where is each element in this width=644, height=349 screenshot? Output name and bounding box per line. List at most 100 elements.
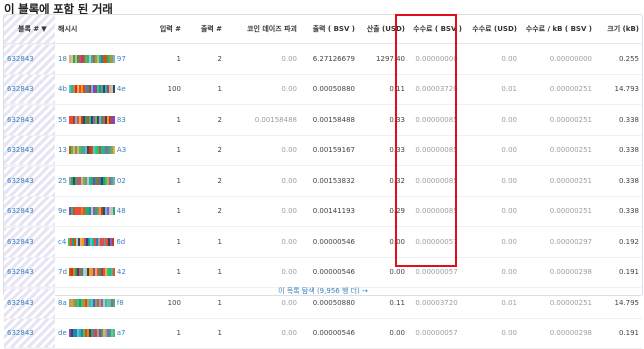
hash-start[interactable]: 18 — [58, 55, 67, 63]
hash-link[interactable]: 7d 42 — [58, 268, 137, 277]
hash-end[interactable]: 97 — [117, 55, 126, 63]
hash-end[interactable]: 42 — [117, 268, 126, 276]
hash-end[interactable]: 4e — [117, 85, 126, 93]
size-cell: 0.338 — [595, 196, 642, 227]
hash-link[interactable]: 9e 48 — [58, 207, 137, 216]
hash-cell: 9e 48 — [55, 196, 140, 227]
fee-kb-cell: 0.00000251 — [520, 135, 595, 166]
sort-desc-icon[interactable]: ▼ — [41, 25, 46, 33]
hash-link[interactable]: c4 6d — [58, 237, 137, 246]
table-row: 632843 de a7 1 1 0.00 0.00000546 0.00 0.00000057… — [4, 318, 642, 349]
block-cell: 632843 — [4, 165, 55, 197]
fee-usd-cell: 0.00 — [465, 165, 520, 197]
col-header-fee-usd[interactable]: 수수료 (USD) — [465, 15, 520, 44]
hash-start[interactable]: 13 — [58, 146, 67, 154]
outputs-cell: 2 — [184, 43, 225, 75]
size-cell: 0.338 — [595, 135, 642, 166]
hash-start[interactable]: c4 — [58, 238, 66, 246]
col-header-output[interactable]: 출력 ( BSV ) — [300, 15, 358, 44]
coindays-cell: 0.00158488 — [225, 104, 300, 136]
fee-usd-cell: 0.00 — [465, 104, 520, 136]
hash-cell: 4b 4e — [55, 74, 140, 105]
hash-start[interactable]: de — [58, 329, 67, 337]
hash-end[interactable]: 6d — [116, 238, 125, 246]
output-usd-cell: 0.32 — [358, 165, 408, 197]
col-header-output-usd[interactable]: 산출 (USD) — [358, 15, 408, 44]
hash-color-bar — [68, 298, 115, 307]
hash-cell: de a7 — [55, 318, 140, 349]
hash-color-bar — [68, 237, 115, 246]
block-link[interactable]: 632843 — [7, 116, 34, 124]
hash-link[interactable]: 13 A3 — [58, 146, 137, 155]
col-header-size[interactable]: 크기 (kB) — [595, 15, 642, 44]
table-header-row: 블록 # ▼ 해시시 입력 # 출력 # 코인 데이즈 파괴 출력 ( BSV )… — [4, 15, 642, 44]
block-cell: 632843 — [4, 104, 55, 136]
fee-usd-cell: 0.00 — [465, 196, 520, 227]
output-usd-cell: 0.33 — [358, 104, 408, 136]
block-link[interactable]: 632843 — [7, 146, 34, 154]
hash-end[interactable]: 48 — [117, 207, 126, 215]
hash-start[interactable]: 9e — [58, 207, 67, 215]
block-link[interactable]: 632843 — [7, 329, 34, 337]
hash-cell: 25 02 — [55, 165, 140, 197]
block-link[interactable]: 632843 — [7, 299, 34, 307]
fee-cell: 0.00000057 — [408, 318, 465, 349]
size-cell: 14.793 — [595, 74, 642, 105]
fee-usd-cell: 0.00 — [465, 43, 520, 75]
block-link[interactable]: 632843 — [7, 177, 34, 185]
block-cell: 632843 — [4, 226, 55, 258]
outputs-cell: 2 — [184, 104, 225, 136]
outputs-cell: 1 — [184, 257, 225, 288]
output-cell: 0.00000546 — [300, 318, 358, 349]
coindays-cell: 0.00 — [225, 74, 300, 105]
col-header-hash[interactable]: 해시시 — [55, 15, 140, 44]
hash-link[interactable]: 25 02 — [58, 176, 137, 185]
coindays-cell: 0.00 — [225, 257, 300, 288]
col-header-fee[interactable]: 수수료 ( BSV ) — [408, 15, 465, 44]
block-link[interactable]: 632843 — [7, 238, 34, 246]
col-header-coindays[interactable]: 코인 데이즈 파괴 — [225, 15, 300, 44]
hash-end[interactable]: a7 — [117, 329, 126, 337]
inputs-cell: 1 — [140, 226, 184, 258]
output-usd-cell: 1297.40 — [358, 43, 408, 75]
hash-start[interactable]: 8a — [58, 299, 67, 307]
size-cell: 0.255 — [595, 43, 642, 75]
hash-link[interactable]: 4b 4e — [58, 85, 137, 94]
hash-link[interactable]: 8a f8 — [58, 298, 137, 307]
output-cell: 0.00000546 — [300, 226, 358, 258]
hash-end[interactable]: 02 — [117, 177, 126, 185]
coindays-cell: 0.00 — [225, 165, 300, 197]
hash-link[interactable]: de a7 — [58, 329, 137, 338]
col-header-block[interactable]: 블록 # ▼ — [4, 15, 55, 44]
hash-start[interactable]: 55 — [58, 116, 67, 124]
hash-end[interactable]: 83 — [117, 116, 126, 124]
hash-color-bar — [68, 207, 115, 216]
output-cell: 0.00141193 — [300, 196, 358, 227]
outputs-cell: 2 — [184, 165, 225, 197]
hash-link[interactable]: 18 97 — [58, 54, 137, 63]
fee-cell: 0.00000085 — [408, 165, 465, 197]
outputs-cell: 1 — [184, 318, 225, 349]
col-header-outputs[interactable]: 출력 # — [184, 15, 225, 44]
block-link[interactable]: 632843 — [7, 207, 34, 215]
coindays-cell: 0.00 — [225, 135, 300, 166]
hash-cell: 13 A3 — [55, 135, 140, 166]
fee-usd-cell: 0.00 — [465, 135, 520, 166]
fee-cell: 0.00000085 — [408, 104, 465, 136]
hash-start[interactable]: 4b — [58, 85, 67, 93]
hash-end[interactable]: A3 — [117, 146, 126, 154]
block-link[interactable]: 632843 — [7, 268, 34, 276]
col-header-inputs[interactable]: 입력 # — [140, 15, 184, 44]
block-link[interactable]: 632843 — [7, 55, 34, 63]
size-cell: 0.191 — [595, 318, 642, 349]
hash-link[interactable]: 55 83 — [58, 115, 137, 124]
fee-cell: 0.00000000 — [408, 43, 465, 75]
inputs-cell: 1 — [140, 135, 184, 166]
block-link[interactable]: 632843 — [7, 85, 34, 93]
hash-start[interactable]: 7d — [58, 268, 67, 276]
hash-start[interactable]: 25 — [58, 177, 67, 185]
col-header-fee-kb[interactable]: 수수료 / kB ( BSV ) — [520, 15, 595, 44]
block-cell: 632843 — [4, 74, 55, 105]
output-cell: 0.00158488 — [300, 104, 358, 136]
hash-end[interactable]: f8 — [117, 299, 124, 307]
